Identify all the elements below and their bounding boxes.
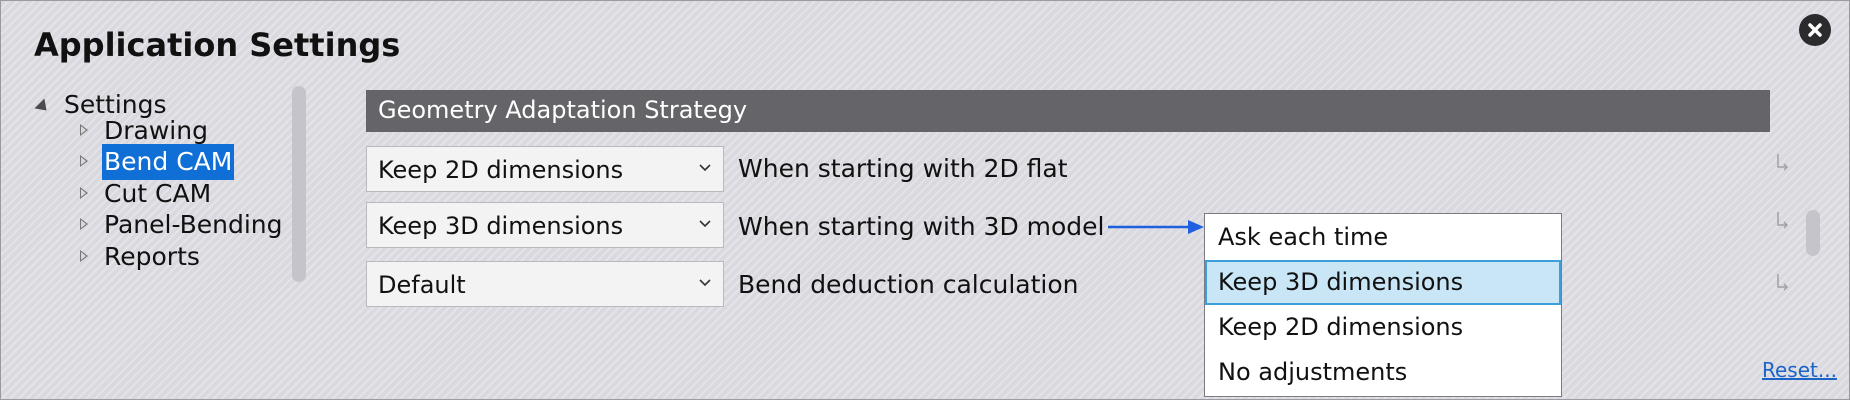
row-label-3d: When starting with 3D model xyxy=(738,212,1105,241)
expand-triangle-icon[interactable] xyxy=(80,187,88,199)
close-icon xyxy=(1808,23,1822,37)
sidebar-scrollbar[interactable] xyxy=(292,86,306,282)
option-label: Keep 3D dimensions xyxy=(1218,268,1464,296)
reset-arrow-icon[interactable] xyxy=(1775,210,1791,230)
expand-triangle-icon[interactable] xyxy=(80,124,88,136)
reset-arrow-icon[interactable] xyxy=(1775,152,1791,172)
select-value: Keep 3D dimensions xyxy=(378,212,624,240)
annotation-arrow-icon xyxy=(1108,220,1204,234)
section-header: Geometry Adaptation Strategy xyxy=(366,90,1770,132)
chevron-down-icon xyxy=(699,164,711,172)
expand-triangle-icon[interactable] xyxy=(80,218,88,230)
option-label: Keep 2D dimensions xyxy=(1218,313,1464,341)
expand-triangle-icon[interactable] xyxy=(80,155,88,167)
main-scrollbar[interactable] xyxy=(1806,210,1820,256)
window-title: Application Settings xyxy=(34,26,401,64)
option-label: No adjustments xyxy=(1218,358,1408,386)
dropdown-list: Ask each time Keep 3D dimensions Keep 2D… xyxy=(1204,213,1562,397)
strategy-2d-select[interactable]: Keep 2D dimensions xyxy=(366,146,724,192)
row-label-2d: When starting with 2D flat xyxy=(738,154,1068,183)
reset-arrow-icon[interactable] xyxy=(1775,272,1791,292)
select-value: Keep 2D dimensions xyxy=(378,156,624,184)
sidebar-item-label: Panel-Bending xyxy=(104,210,283,239)
sidebar-item-label: Reports xyxy=(104,242,200,271)
sidebar-item-label: Bend CAM xyxy=(102,144,235,180)
option-label: Ask each time xyxy=(1218,223,1389,251)
select-value: Default xyxy=(378,271,466,299)
dropdown-option-keep-3d[interactable]: Keep 3D dimensions xyxy=(1205,260,1561,305)
chevron-down-icon xyxy=(699,220,711,228)
close-button[interactable] xyxy=(1799,14,1831,46)
bend-deduction-select[interactable]: Default xyxy=(366,261,724,307)
strategy-3d-select[interactable]: Keep 3D dimensions xyxy=(366,202,724,248)
dropdown-option-ask-each-time[interactable]: Ask each time xyxy=(1205,215,1561,260)
reset-link[interactable]: Reset... xyxy=(1762,358,1837,382)
dropdown-option-no-adjustments[interactable]: No adjustments xyxy=(1205,350,1561,395)
section-header-label: Geometry Adaptation Strategy xyxy=(378,96,748,124)
row-label-bend-deduction: Bend deduction calculation xyxy=(738,270,1079,299)
chevron-down-icon xyxy=(699,279,711,287)
expand-triangle-icon[interactable] xyxy=(80,250,88,262)
dropdown-option-keep-2d[interactable]: Keep 2D dimensions xyxy=(1205,305,1561,350)
